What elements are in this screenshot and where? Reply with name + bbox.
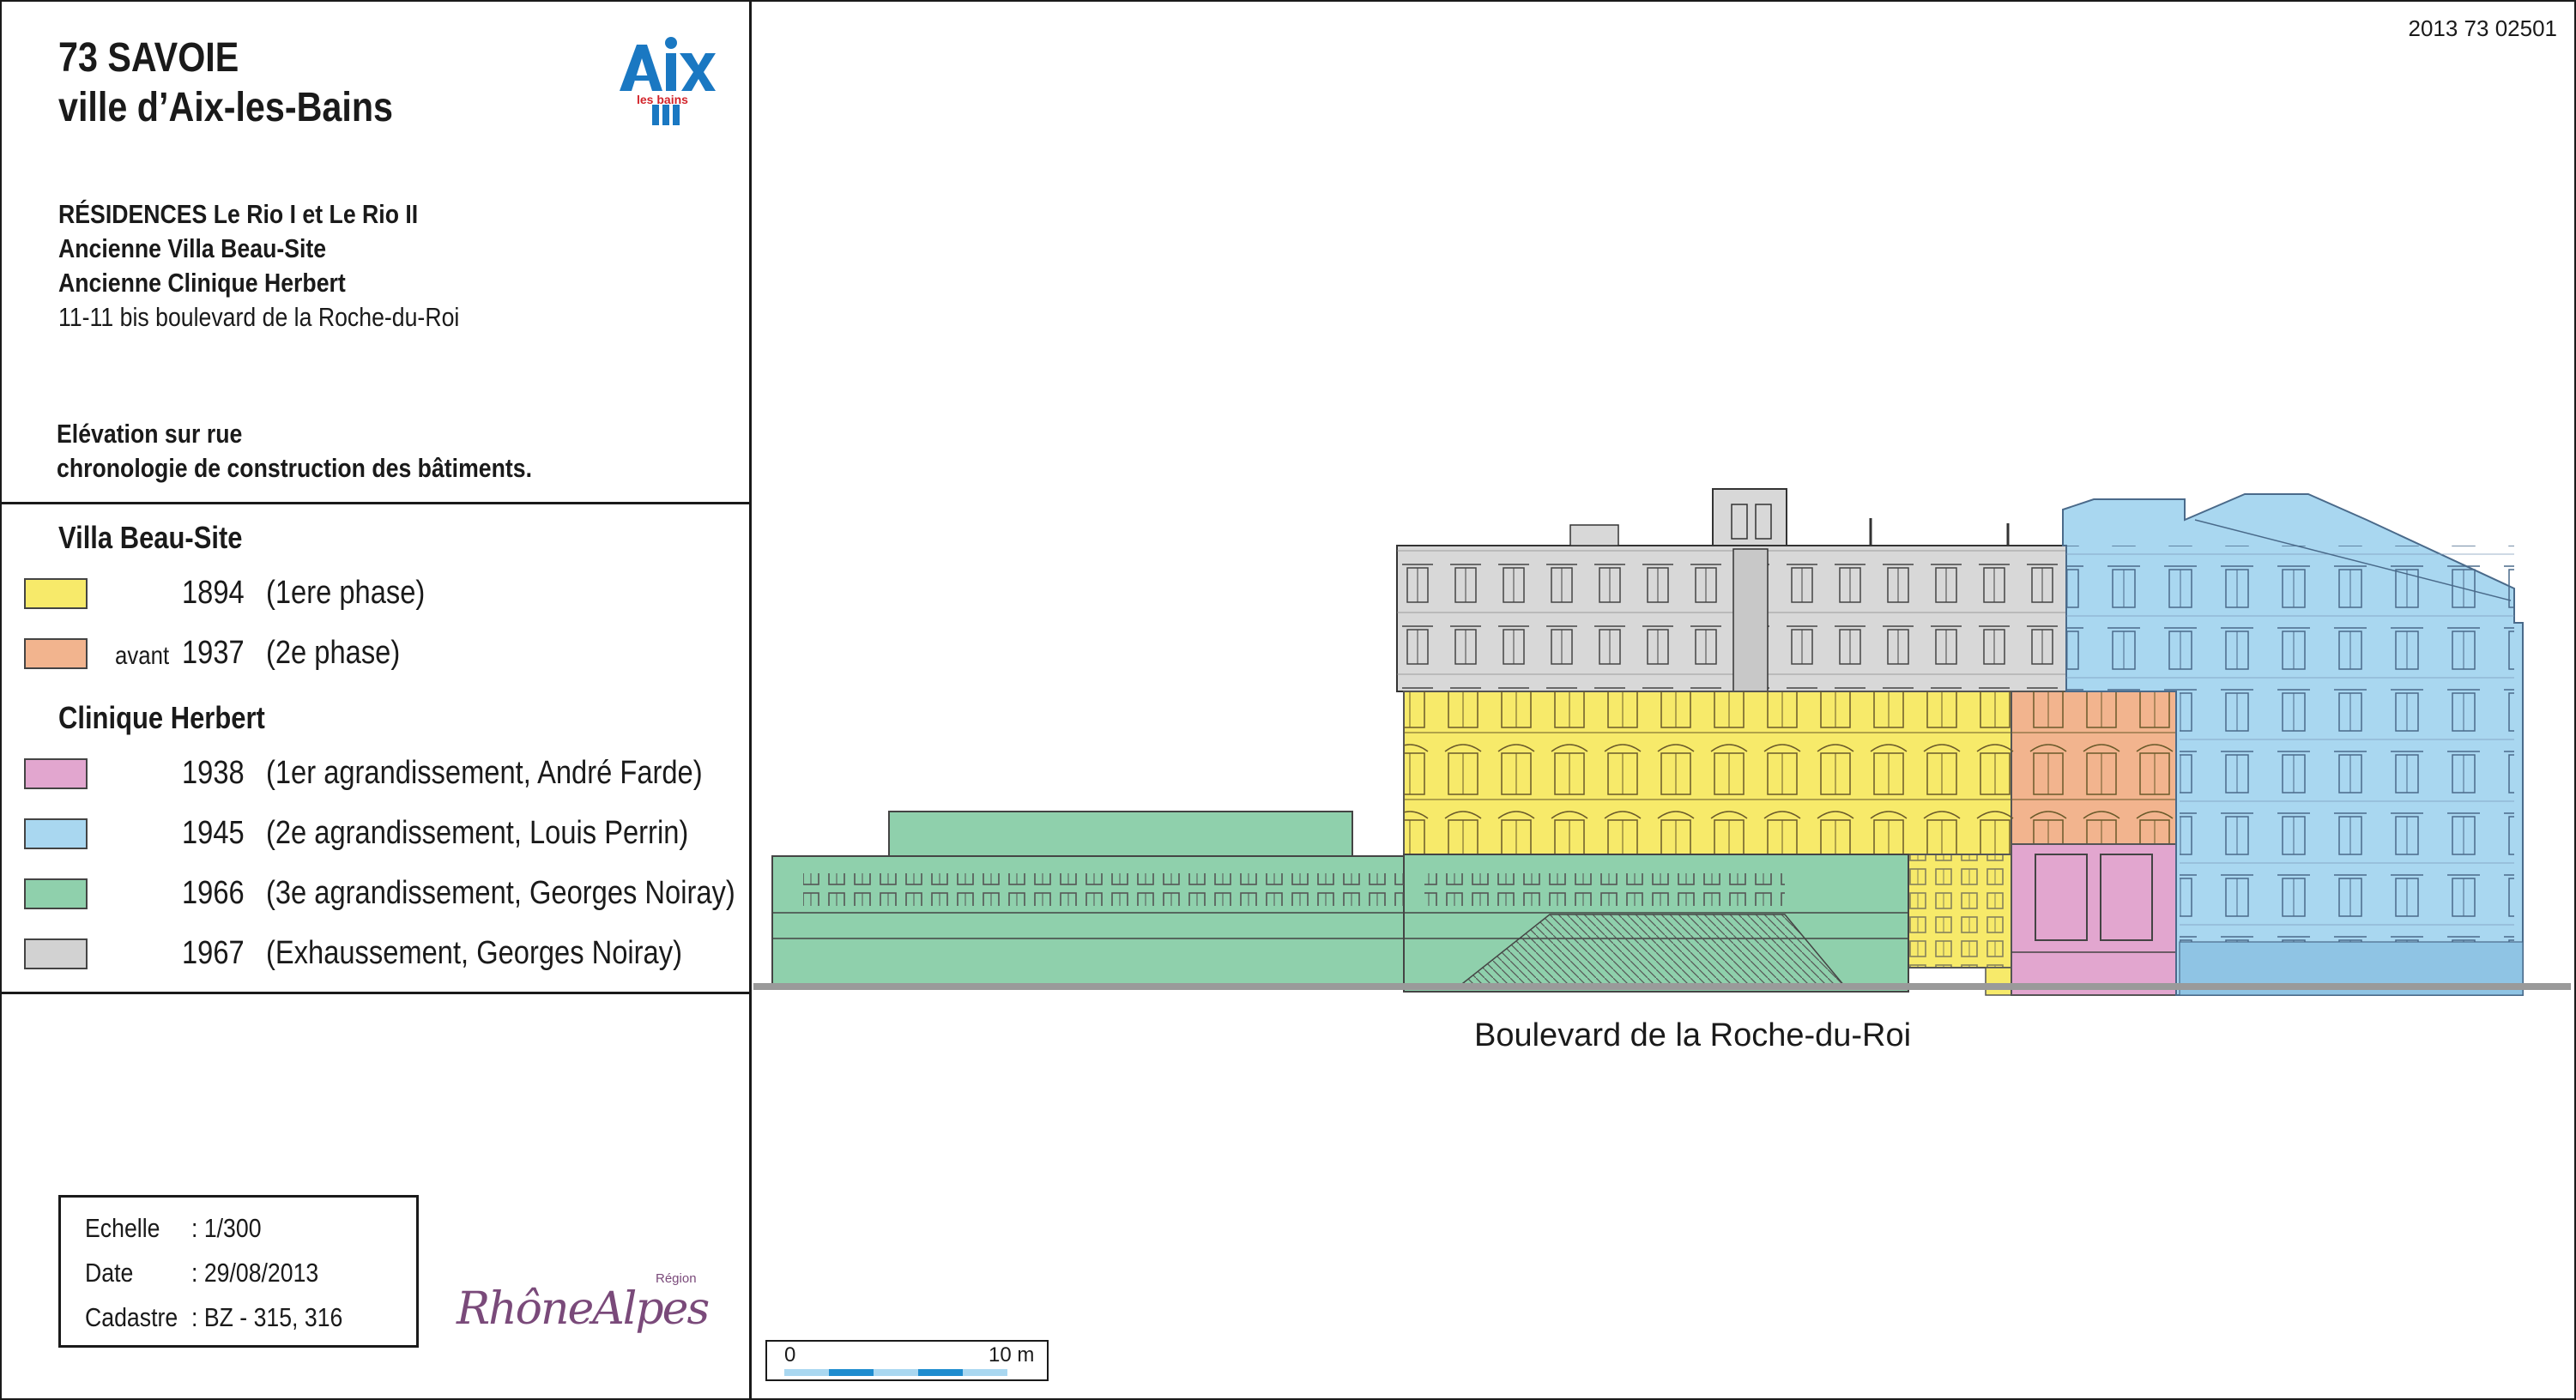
building-1967-exhaussement <box>1396 488 2067 692</box>
ground-line <box>753 983 2571 990</box>
elevation-drawing <box>753 488 2571 996</box>
scale-segment <box>918 1369 963 1376</box>
scale-bar-end: 10 m <box>989 1343 1035 1367</box>
building-1938-clinique-farde <box>2011 843 2177 996</box>
scale-bar-start: 0 <box>784 1343 796 1367</box>
scale-segment <box>829 1369 874 1376</box>
scale-segment <box>784 1369 829 1376</box>
scale-segment <box>874 1369 918 1376</box>
scale-segment <box>963 1369 1007 1376</box>
building-1937-villa-phase2 <box>2011 691 2177 845</box>
street-label: Boulevard de la Roche-du-Roi <box>1474 1017 1912 1053</box>
scale-bar: 0 10 m <box>765 1340 1049 1381</box>
